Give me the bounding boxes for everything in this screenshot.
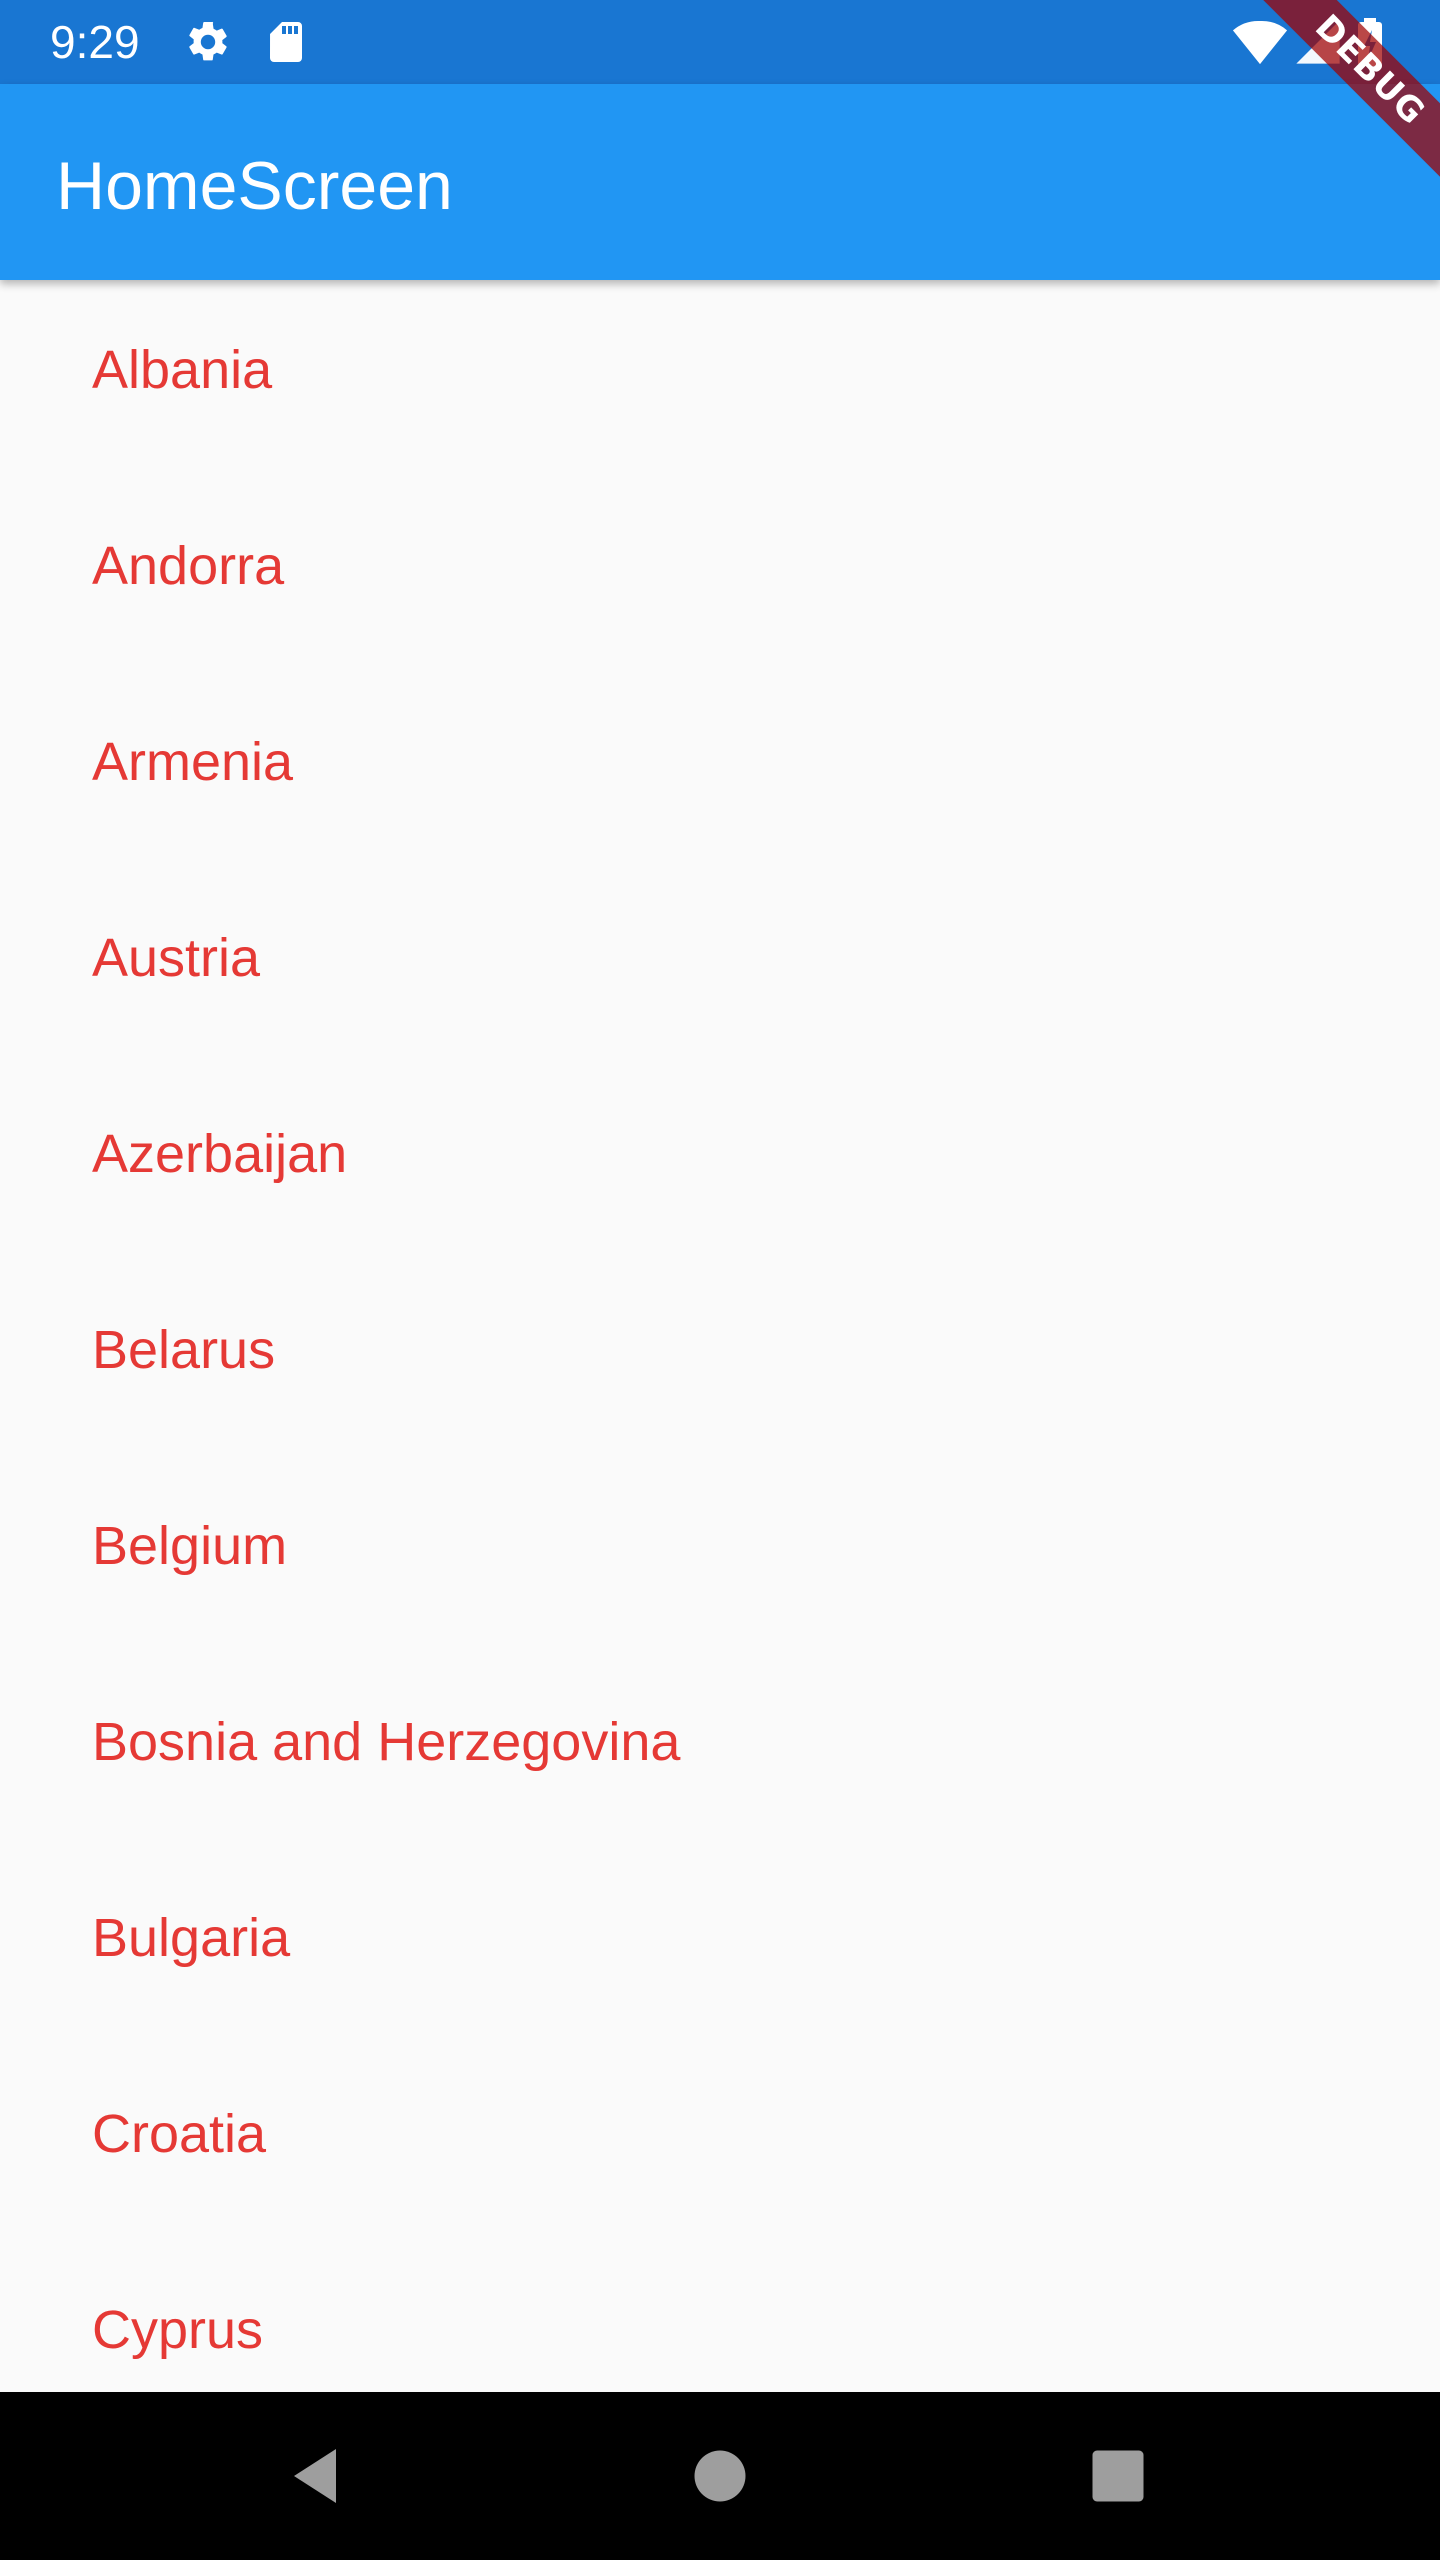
recents-icon[interactable] [1082,2440,1154,2512]
list-item-country[interactable]: Bulgaria [0,1840,1440,2036]
list-item-country[interactable]: Armenia [0,664,1440,860]
wifi-icon [1232,14,1288,70]
list-item-country[interactable]: Belarus [0,1252,1440,1448]
country-label: Bosnia and Herzegovina [92,1712,681,1772]
country-label: Armenia [92,732,294,792]
list-item-country[interactable]: Belgium [0,1448,1440,1644]
country-label: Belgium [92,1516,288,1576]
country-label: Bulgaria [92,1908,291,1968]
list-item-country[interactable]: Andorra [0,468,1440,664]
app-bar: HomeScreen [0,84,1440,280]
status-bar: 9:29 [0,0,1440,84]
country-list: Albania Andorra Armenia Austria Azerbaij… [0,280,1440,2392]
country-label: Azerbaijan [92,1124,348,1184]
list-item-country[interactable]: Bosnia and Herzegovina [0,1644,1440,1840]
page-title: HomeScreen [56,148,453,224]
list-item-country[interactable]: Austria [0,860,1440,1056]
list-item-country[interactable]: Croatia [0,2036,1440,2232]
list-item-country[interactable]: Cyprus [0,2232,1440,2392]
battery-charging-icon [1352,14,1400,70]
country-label: Croatia [92,2104,267,2164]
list-item-country[interactable]: Azerbaijan [0,1056,1440,1252]
country-label: Austria [92,928,261,988]
country-label: Belarus [92,1320,276,1380]
country-label: Cyprus [92,2300,264,2360]
cell-signal-icon [1292,16,1344,68]
country-label: Albania [92,340,273,400]
screen: 9:29 HomeScreen DEBUG Albania Andorra Ar… [0,0,1440,2560]
back-icon[interactable] [282,2440,354,2512]
sd-card-icon [262,18,310,66]
home-icon[interactable] [684,2440,756,2512]
list-item-country[interactable]: Albania [0,280,1440,468]
navigation-bar [0,2392,1440,2560]
gear-icon [184,18,232,66]
country-label: Andorra [92,536,285,596]
status-time: 9:29 [50,16,140,68]
